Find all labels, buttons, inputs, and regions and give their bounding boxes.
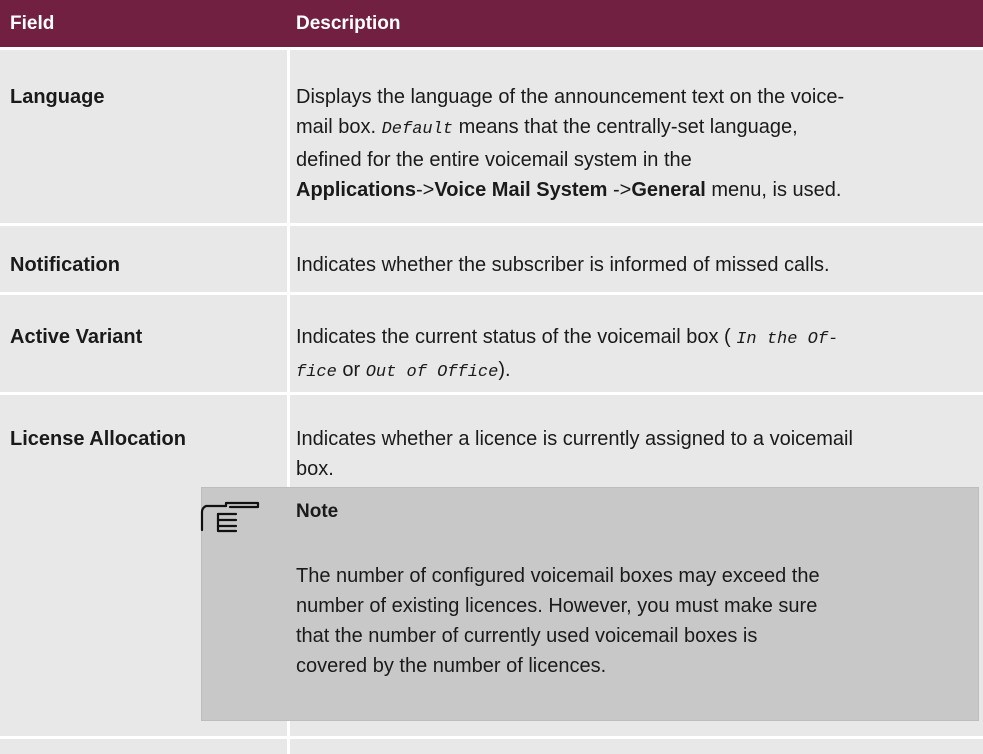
note-title: Note [296,501,339,522]
table-header: Field Description [0,0,983,47]
document-page: Field Description Language Displays the … [0,0,983,754]
row-separator [0,223,983,226]
row-separator [0,47,983,50]
row-separator [0,292,983,295]
header-description: Description [296,13,401,34]
field-active-variant: Active Variant [10,326,143,348]
note-text: The number of configured voicemail boxes… [296,565,820,677]
field-notification: Notification [10,254,120,276]
header-field: Field [10,13,55,34]
description-active-variant: Indicates the current status of the voic… [296,326,839,382]
row-separator [0,392,983,395]
row-separator [0,736,983,739]
description-notification: Indicates whether the subscriber is info… [296,254,830,276]
field-license-allocation: License Allocation [10,428,186,450]
description-license-allocation: Indicates whether a licence is currently… [296,428,853,480]
pointing-hand-icon [200,501,260,533]
description-language: Displays the language of the announcemen… [296,86,845,201]
field-language: Language [10,86,105,108]
